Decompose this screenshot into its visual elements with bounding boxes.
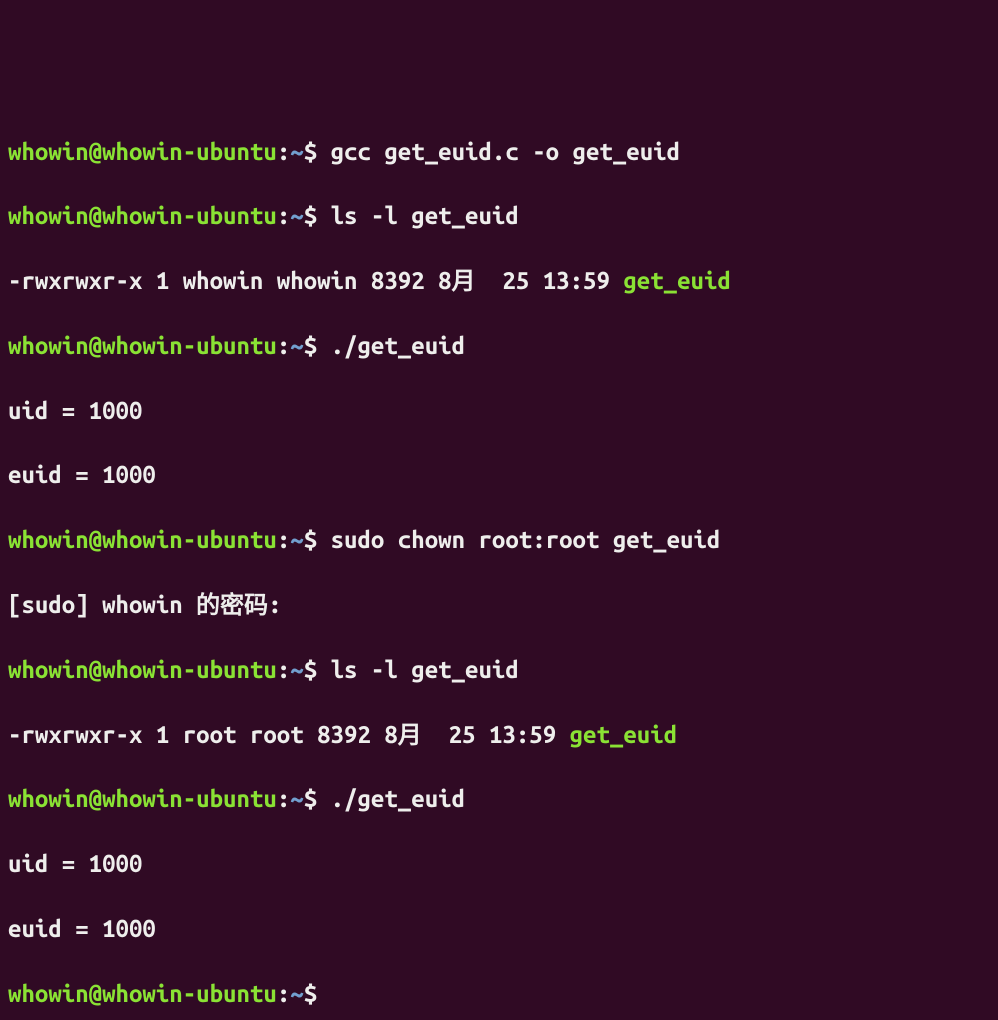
prompt-path: ~ xyxy=(290,785,303,812)
terminal-line-7: whowin@whowin-ubuntu:~$ sudo chown root:… xyxy=(8,524,990,556)
terminal-line-9: whowin@whowin-ubuntu:~$ ls -l get_euid xyxy=(8,654,990,686)
command-sudo-chown[interactable]: sudo chown root:root get_euid xyxy=(317,526,720,553)
prompt-path: ~ xyxy=(290,138,303,165)
terminal-line-2: whowin@whowin-ubuntu:~$ ls -l get_euid xyxy=(8,200,990,232)
terminal-line-13: euid = 1000 xyxy=(8,913,990,945)
prompt-path: ~ xyxy=(290,980,303,1007)
prompt-colon: : xyxy=(277,526,290,553)
prompt-colon: : xyxy=(277,980,290,1007)
prompt-dollar: $ xyxy=(304,332,317,359)
ls-output-1-prefix: -rwxrwxr-x 1 whowin whowin 8392 8月 25 13… xyxy=(8,267,623,294)
output-uid-2: uid = 1000 xyxy=(8,850,142,877)
command-ls-2[interactable]: ls -l get_euid xyxy=(317,656,519,683)
prompt-user-host: whowin@whowin-ubuntu xyxy=(8,785,277,812)
command-gcc[interactable]: gcc get_euid.c -o get_euid xyxy=(317,138,680,165)
terminal-line-3: -rwxrwxr-x 1 whowin whowin 8392 8月 25 13… xyxy=(8,265,990,297)
prompt-user-host: whowin@whowin-ubuntu xyxy=(8,138,277,165)
prompt-colon: : xyxy=(277,332,290,359)
terminal-line-5: uid = 1000 xyxy=(8,395,990,427)
prompt-path: ~ xyxy=(290,202,303,229)
prompt-path: ~ xyxy=(290,332,303,359)
terminal-line-4: whowin@whowin-ubuntu:~$ ./get_euid xyxy=(8,330,990,362)
terminal-line-8: [sudo] whowin 的密码: xyxy=(8,589,990,621)
command-empty[interactable] xyxy=(317,980,330,1007)
prompt-dollar: $ xyxy=(304,785,317,812)
ls-output-2-file: get_euid xyxy=(570,721,678,748)
output-euid-1: euid = 1000 xyxy=(8,461,156,488)
command-run-1[interactable]: ./get_euid xyxy=(317,332,465,359)
prompt-path: ~ xyxy=(290,656,303,683)
ls-output-2-prefix: -rwxrwxr-x 1 root root 8392 8月 25 13:59 xyxy=(8,721,570,748)
prompt-colon: : xyxy=(277,202,290,229)
prompt-user-host: whowin@whowin-ubuntu xyxy=(8,526,277,553)
command-ls-1[interactable]: ls -l get_euid xyxy=(317,202,519,229)
prompt-dollar: $ xyxy=(304,138,317,165)
prompt-dollar: $ xyxy=(304,980,317,1007)
sudo-password-prompt: [sudo] whowin 的密码: xyxy=(8,591,282,618)
command-run-2[interactable]: ./get_euid xyxy=(317,785,465,812)
prompt-colon: : xyxy=(277,138,290,165)
ls-output-1-file: get_euid xyxy=(623,267,731,294)
prompt-colon: : xyxy=(277,656,290,683)
terminal-line-10: -rwxrwxr-x 1 root root 8392 8月 25 13:59 … xyxy=(8,719,990,751)
prompt-path: ~ xyxy=(290,526,303,553)
prompt-user-host: whowin@whowin-ubuntu xyxy=(8,332,277,359)
terminal-line-1: whowin@whowin-ubuntu:~$ gcc get_euid.c -… xyxy=(8,136,990,168)
prompt-dollar: $ xyxy=(304,656,317,683)
terminal-line-6: euid = 1000 xyxy=(8,459,990,491)
output-euid-2: euid = 1000 xyxy=(8,915,156,942)
terminal-line-12: uid = 1000 xyxy=(8,848,990,880)
prompt-colon: : xyxy=(277,785,290,812)
output-uid-1: uid = 1000 xyxy=(8,397,142,424)
prompt-dollar: $ xyxy=(304,202,317,229)
prompt-dollar: $ xyxy=(304,526,317,553)
prompt-user-host: whowin@whowin-ubuntu xyxy=(8,980,277,1007)
prompt-user-host: whowin@whowin-ubuntu xyxy=(8,656,277,683)
prompt-user-host: whowin@whowin-ubuntu xyxy=(8,202,277,229)
terminal-line-11: whowin@whowin-ubuntu:~$ ./get_euid xyxy=(8,783,990,815)
terminal-line-14: whowin@whowin-ubuntu:~$ xyxy=(8,978,990,1010)
